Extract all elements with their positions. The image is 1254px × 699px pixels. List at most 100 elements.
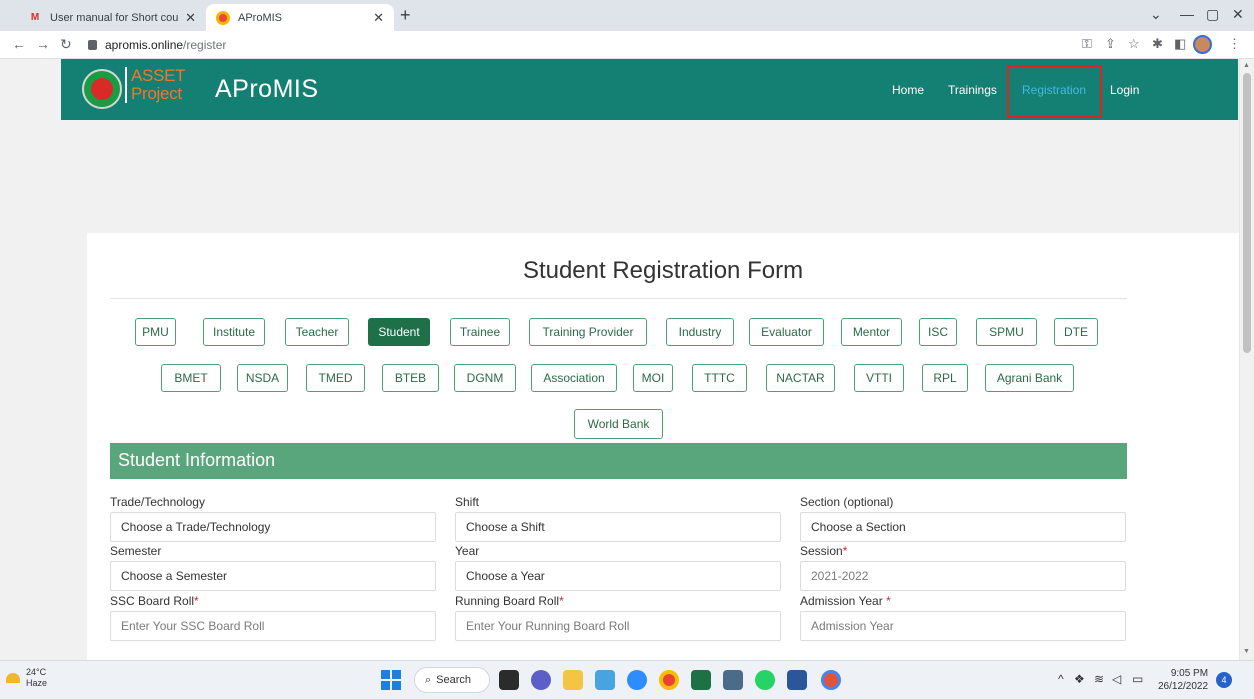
select-shift[interactable]: Choose a Shift	[455, 512, 781, 542]
key-icon[interactable]: ⚿	[1082, 36, 1092, 52]
ssc-board-roll-input[interactable]: Enter Your SSC Board Roll	[110, 611, 436, 641]
zoom-icon[interactable]	[627, 670, 647, 690]
role-button-bmet[interactable]: BMET	[161, 364, 221, 392]
select-section[interactable]: Choose a Section	[800, 512, 1126, 542]
running-board-roll-input[interactable]: Enter Your Running Board Roll	[455, 611, 781, 641]
calculator-icon[interactable]	[723, 670, 743, 690]
gmail-icon: M	[30, 12, 40, 23]
role-button-world-bank[interactable]: World Bank	[574, 409, 663, 439]
taskbar-clock[interactable]: 9:05 PM 26/12/2022	[1158, 667, 1208, 693]
role-button-dgnm[interactable]: DGNM	[454, 364, 516, 392]
role-button-training-provider[interactable]: Training Provider	[529, 318, 647, 346]
share-icon[interactable]: ⇪	[1105, 36, 1116, 52]
nav-home[interactable]: Home	[892, 83, 924, 97]
role-button-vtti[interactable]: VTTI	[854, 364, 904, 392]
browser-tab-apromis[interactable]: AProMIS ✕	[206, 4, 394, 31]
role-button-nactar[interactable]: NACTAR	[766, 364, 835, 392]
role-button-agrani-bank[interactable]: Agrani Bank	[985, 364, 1074, 392]
maximize-button[interactable]: ▢	[1206, 6, 1219, 23]
taskbar-search[interactable]: ⌕ Search	[414, 667, 490, 693]
nav-trainings[interactable]: Trainings	[948, 83, 997, 97]
wifi-icon[interactable]: ≋	[1094, 672, 1104, 686]
scroll-down-icon[interactable]: ▼	[1243, 648, 1250, 655]
tab-search-icon[interactable]: ⌄	[1150, 6, 1162, 23]
role-button-pmu[interactable]: PMU	[135, 318, 176, 346]
search-label: Search	[436, 674, 472, 686]
chat-icon[interactable]	[531, 670, 551, 690]
label-semester: Semester	[110, 544, 162, 558]
role-button-mentor[interactable]: Mentor	[841, 318, 902, 346]
site-header: ASSET Project AProMIS Home Trainings Reg…	[61, 59, 1238, 120]
close-tab-icon[interactable]: ✕	[373, 10, 384, 26]
tab-title: User manual for Short course Eli...	[50, 11, 179, 24]
word-icon[interactable]	[787, 670, 807, 690]
role-button-spmu[interactable]: SPMU	[976, 318, 1037, 346]
chrome-profile-icon[interactable]	[821, 670, 841, 690]
excel-icon[interactable]	[691, 670, 711, 690]
scroll-up-icon[interactable]: ▲	[1243, 62, 1250, 69]
profile-avatar[interactable]	[1193, 35, 1212, 54]
forward-icon[interactable]: →	[36, 36, 50, 52]
extensions-icon[interactable]: ✱	[1152, 36, 1163, 52]
show-hidden-icons-icon[interactable]: ^	[1058, 672, 1064, 686]
tab-title: AProMIS	[238, 11, 283, 24]
select-semester[interactable]: Choose a Semester	[110, 561, 436, 591]
role-button-association[interactable]: Association	[531, 364, 617, 392]
clock-date: 26/12/2022	[1158, 681, 1209, 692]
bookmark-star-icon[interactable]: ☆	[1128, 36, 1140, 52]
role-button-evaluator[interactable]: Evaluator	[749, 318, 824, 346]
windows-start-icon[interactable]	[381, 670, 401, 690]
new-tab-button[interactable]: +	[400, 5, 411, 26]
volume-icon[interactable]: ◁	[1112, 672, 1121, 686]
role-button-trainee[interactable]: Trainee	[450, 318, 510, 346]
scrollbar-thumb[interactable]	[1243, 73, 1251, 353]
file-explorer-icon[interactable]	[563, 670, 583, 690]
back-icon[interactable]: ←	[12, 36, 26, 52]
admission-year-input[interactable]: Admission Year	[800, 611, 1126, 641]
dropbox-icon[interactable]: ❖	[1074, 672, 1085, 686]
remote-app-icon[interactable]	[595, 670, 615, 690]
browser-tab-user-manual[interactable]: M User manual for Short course Eli... ✕	[18, 4, 206, 31]
role-button-tmed[interactable]: TMED	[306, 364, 365, 392]
label-section: Section (optional)	[800, 495, 894, 509]
title-divider	[110, 298, 1127, 299]
nav-login[interactable]: Login	[1110, 83, 1139, 97]
role-button-dte[interactable]: DTE	[1054, 318, 1098, 346]
site-brand[interactable]: AProMIS	[215, 75, 319, 104]
session-input[interactable]: 2021-2022	[800, 561, 1126, 591]
role-button-rpl[interactable]: RPL	[922, 364, 968, 392]
role-button-tttc[interactable]: TTTC	[692, 364, 747, 392]
role-button-institute[interactable]: Institute	[203, 318, 265, 346]
role-button-moi[interactable]: MOI	[633, 364, 673, 392]
apromis-icon	[216, 10, 230, 25]
close-tab-icon[interactable]: ✕	[185, 10, 196, 26]
role-button-bteb[interactable]: BTEB	[382, 364, 439, 392]
role-button-industry[interactable]: Industry	[666, 318, 734, 346]
reload-icon[interactable]: ↻	[60, 36, 72, 53]
select-year[interactable]: Choose a Year	[455, 561, 781, 591]
weather-widget[interactable]: 24°C Haze	[6, 667, 47, 689]
menu-kebab-icon[interactable]: ⋮	[1228, 36, 1241, 52]
whatsapp-icon[interactable]	[755, 670, 775, 690]
side-panel-icon[interactable]: ◧	[1174, 36, 1186, 52]
notification-badge[interactable]: 4	[1216, 672, 1232, 688]
label-year: Year	[455, 544, 480, 558]
weather-temperature: 24°C	[26, 667, 47, 677]
battery-icon[interactable]: ▭	[1132, 672, 1143, 686]
page-viewport: ASSET Project AProMIS Home Trainings Reg…	[0, 59, 1254, 660]
asset-project-logo[interactable]: ASSET Project	[125, 67, 186, 103]
close-window-button[interactable]: ✕	[1232, 6, 1244, 23]
chrome-icon[interactable]	[659, 670, 679, 690]
logo-line-2: Project	[131, 84, 182, 103]
minimize-button[interactable]: —	[1180, 6, 1194, 22]
select-trade-technology[interactable]: Choose a Trade/Technology	[110, 512, 436, 542]
role-button-nsda[interactable]: NSDA	[237, 364, 288, 392]
role-button-isc[interactable]: ISC	[919, 318, 957, 346]
task-view-icon[interactable]	[499, 670, 519, 690]
label-session: Session*	[800, 544, 848, 558]
address-bar[interactable]: apromis.online/register	[88, 34, 1048, 56]
role-button-teacher[interactable]: Teacher	[285, 318, 349, 346]
role-button-student[interactable]: Student	[368, 318, 430, 346]
page-scrollbar[interactable]: ▲ ▼	[1239, 59, 1254, 660]
registration-card: Student Registration Form PMU Institute …	[87, 233, 1239, 660]
